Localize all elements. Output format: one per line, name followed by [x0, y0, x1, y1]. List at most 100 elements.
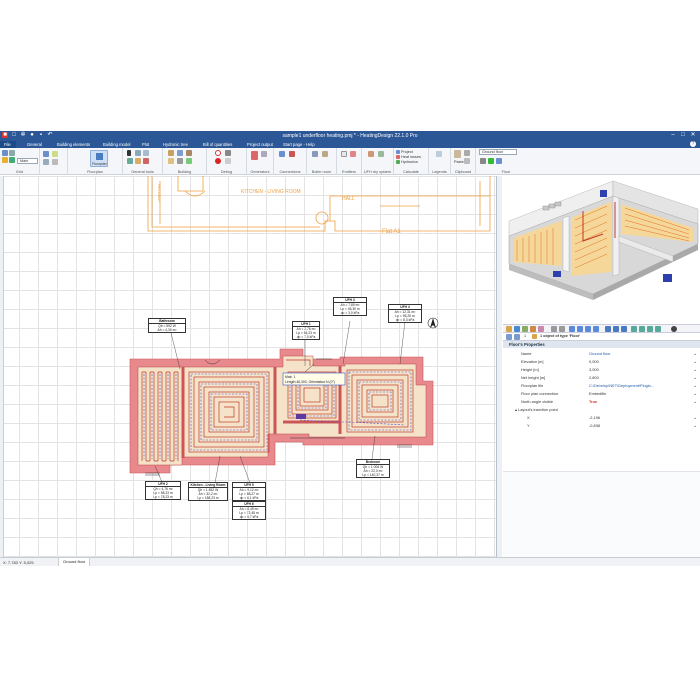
tag-kitchen-living[interactable]: Kitchen - Living Room Qh = 1 852 W Ah = … [188, 482, 228, 501]
floor-tab-ground[interactable]: Ground floor [58, 558, 91, 566]
section-icon[interactable] [655, 326, 661, 332]
spin-icon[interactable]: ▴ [694, 358, 696, 366]
trace-icon[interactable] [52, 151, 58, 157]
spin-icon[interactable]: ▴ [694, 374, 696, 382]
property-row-floorplan-file[interactable]: Floorplan file C:\Develop\NET\Deployment… [503, 382, 700, 390]
property-row-floorplan-connection[interactable]: Floor plan connection Embedfile ▴ [503, 390, 700, 398]
spin-icon[interactable]: ▴ [694, 398, 696, 406]
layer-icon[interactable] [530, 326, 536, 332]
tag-ufh-2[interactable]: UFH 2 Qh = 4,76 m² Lp = 58,23 m Lp = 78,… [145, 481, 181, 500]
tab-file[interactable]: File [0, 141, 16, 148]
floor-select[interactable]: Ground floor [479, 149, 517, 155]
debug-icon[interactable] [225, 150, 231, 156]
tab-bill-of-quantities[interactable]: Bill of quantities [200, 141, 235, 148]
log-icon[interactable] [225, 158, 231, 164]
calc-heat-losses[interactable]: Heat losses [401, 155, 421, 159]
maximize-icon[interactable]: □ [678, 131, 688, 140]
snap-combo[interactable]: Main [17, 158, 38, 164]
legend-icon[interactable] [436, 151, 442, 157]
manifold[interactable] [296, 414, 306, 419]
cut-icon[interactable] [464, 150, 470, 156]
spin-icon[interactable]: ▴ [694, 382, 696, 390]
xray-icon[interactable] [647, 326, 653, 332]
floor-next-icon[interactable] [496, 158, 502, 164]
property-value[interactable]: -2,196 [589, 414, 689, 422]
property-row-insertion-point[interactable]: ▴ Layout's insertion point [503, 406, 700, 414]
rotate-icon[interactable] [605, 326, 611, 332]
spin-icon[interactable]: ▴ [694, 390, 696, 398]
view-iso-icon[interactable] [593, 326, 599, 332]
roof-icon[interactable] [186, 158, 192, 164]
hydronics-icon[interactable] [396, 160, 400, 164]
property-row-net-height[interactable]: Net height [m] 2,800 ▴ [503, 374, 700, 382]
property-row-y[interactable]: Y -0,838 ▴ [503, 422, 700, 430]
project-calc-icon[interactable] [396, 150, 400, 154]
drawing-canvas[interactable]: KITCHEN - LIVING ROOM HALL Flat A1 HALLW… [0, 176, 497, 557]
error-icon[interactable] [215, 158, 221, 164]
wall-icon[interactable] [168, 150, 174, 156]
ufh-icon[interactable] [350, 151, 356, 157]
calc-hydronics[interactable]: Hydronics [401, 160, 418, 164]
ortho-icon[interactable] [9, 157, 15, 163]
copy-clip-icon[interactable] [464, 158, 470, 164]
eye-icon[interactable] [671, 326, 677, 332]
tag-ufh-6[interactable]: UFH 6 Ah = 8,45 m² Lp = 72,45 m dp = 5,7… [232, 501, 266, 520]
filter-icon[interactable] [538, 326, 544, 332]
tab-building-model[interactable]: Building model [100, 141, 133, 148]
property-value[interactable]: -0,838 [589, 422, 689, 430]
boiler-icon[interactable] [251, 151, 258, 160]
folder-icon[interactable] [506, 326, 512, 332]
view-front-icon[interactable] [569, 326, 575, 332]
window-element-icon[interactable] [177, 150, 183, 156]
tab-project-output[interactable]: Project output [244, 141, 276, 148]
view-top-icon[interactable] [585, 326, 591, 332]
filter-objects-icon[interactable] [532, 334, 537, 339]
property-value[interactable]: 2,800 [589, 374, 689, 382]
tab-start-page-help[interactable]: Start page - Help [280, 141, 318, 148]
property-row-name[interactable]: Name Ground floor ▴ [503, 350, 700, 358]
3d-model[interactable] [503, 176, 700, 323]
close-icon[interactable]: ✕ [688, 131, 698, 140]
select-icon[interactable] [2, 150, 8, 156]
north-arrow-icon[interactable] [427, 317, 439, 329]
heat-loss-icon[interactable] [396, 155, 400, 159]
minimize-icon[interactable]: – [668, 131, 678, 140]
spin-icon[interactable]: ▴ [694, 366, 696, 374]
canvas-scrollbar[interactable] [497, 176, 502, 557]
connect-icon[interactable] [289, 151, 295, 157]
tag-ufh-5[interactable]: UFH 5 Ah = 9,12 m² Lp = 88,27 m dp = 6,1… [232, 482, 266, 501]
dry-loop-icon[interactable] [378, 151, 384, 157]
dry-panel-icon[interactable] [368, 151, 374, 157]
paste-label[interactable]: Paste [454, 160, 464, 164]
property-value[interactable]: Ground floor [589, 350, 689, 358]
property-value[interactable]: 3,000 [589, 366, 689, 374]
check-icon[interactable] [215, 150, 221, 156]
spin-icon[interactable]: ▴ [694, 422, 696, 430]
manifold-icon[interactable] [312, 151, 318, 157]
measure-icon[interactable] [52, 159, 58, 165]
copy-icon[interactable] [135, 158, 141, 164]
wireframe-icon[interactable] [639, 326, 645, 332]
door-icon[interactable] [186, 150, 192, 156]
tag-bedroom[interactable]: Bedroom Qh = 1 006 W Ah = 22,0 m² Lp = 1… [356, 459, 390, 478]
tag-ufh-4[interactable]: UFH 4 Ah = 12,31 m² Lp = 95,25 m dp = 8,… [388, 304, 422, 323]
import-icon[interactable] [43, 151, 49, 157]
property-row-north-angle[interactable]: North angle visible True ▴ [503, 398, 700, 406]
zoom-out-icon[interactable] [559, 326, 565, 332]
orbit-icon[interactable] [613, 326, 619, 332]
spin-icon[interactable]: ▴ [694, 414, 696, 422]
heat-pump-icon[interactable] [261, 151, 267, 157]
tag-ufh-3[interactable]: UFH 3 Ah = 7,89 m² Lp = 46,30 m dp = 3,0… [333, 297, 367, 316]
3d-view[interactable] [503, 176, 700, 323]
snap-icon[interactable] [2, 157, 8, 163]
paste-icon[interactable] [454, 150, 461, 158]
tag-bathroom-top[interactable]: Bathroom Qb = 592 W Ah = 4,30 m² [148, 318, 186, 333]
grid-icon[interactable] [9, 150, 15, 156]
render-icon[interactable] [621, 326, 627, 332]
tab-general[interactable]: General [24, 141, 45, 148]
tag-ufh-1[interactable]: UFH 1 Ah = 2,76 m² Lp = 54,23 m dp = 7,0… [292, 321, 320, 340]
help-icon[interactable]: ? [690, 141, 696, 147]
palette-icon[interactable] [522, 326, 528, 332]
tab-building-elements[interactable]: Building elements [54, 141, 93, 148]
sort-alpha-icon[interactable] [514, 334, 520, 340]
